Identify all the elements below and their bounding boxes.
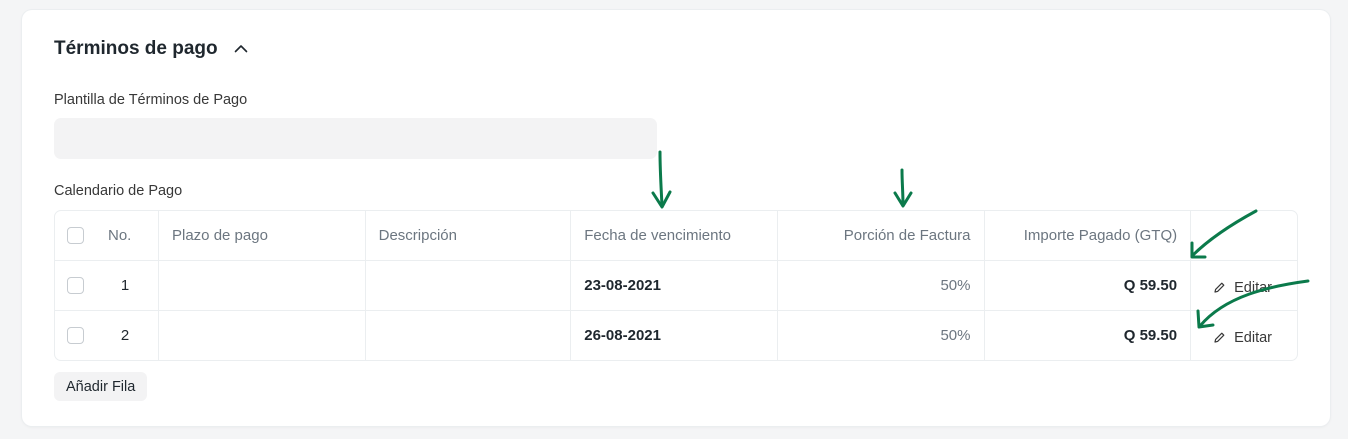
schedule-label: Calendario de Pago: [54, 183, 183, 199]
col-header-fecha: Fecha de vencimiento: [571, 211, 778, 260]
template-input[interactable]: [54, 118, 657, 159]
edit-cell: Editar: [1191, 261, 1297, 310]
cell-fecha[interactable]: 26-08-2021: [571, 311, 778, 360]
cell-descripcion[interactable]: [366, 311, 572, 360]
payment-terms-card: Términos de pago Plantilla de Términos d…: [22, 10, 1330, 426]
cell-plazo[interactable]: [159, 261, 366, 310]
cell-porcion[interactable]: 50%: [778, 311, 985, 360]
header-select-cell: No.: [55, 211, 159, 260]
section-title: Términos de pago: [54, 38, 218, 59]
col-header-importe: Importe Pagado (GTQ): [985, 211, 1192, 260]
col-header-no: No.: [108, 227, 132, 244]
edit-row-button[interactable]: Editar: [1213, 330, 1272, 346]
add-row-button[interactable]: Añadir Fila: [54, 372, 148, 401]
cell-importe[interactable]: Q 59.50: [985, 311, 1192, 360]
cell-plazo[interactable]: [159, 311, 366, 360]
row-number: 1: [120, 277, 130, 294]
chevron-up-icon[interactable]: [232, 40, 250, 58]
edit-cell: Editar: [1191, 311, 1297, 360]
col-header-descripcion: Descripción: [366, 211, 572, 260]
row-checkbox[interactable]: [67, 277, 84, 294]
col-header-porcion: Porción de Factura: [778, 211, 985, 260]
col-header-plazo: Plazo de pago: [159, 211, 366, 260]
row-select-cell: 1: [55, 261, 159, 310]
row-select-cell: 2: [55, 311, 159, 360]
pencil-icon: [1214, 332, 1225, 343]
row-checkbox[interactable]: [67, 327, 84, 344]
grid-header-row: No. Plazo de pago Descripción Fecha de v…: [55, 211, 1297, 261]
row-number: 2: [120, 327, 130, 344]
table-row[interactable]: 2 26-08-2021 50% Q 59.50 Editar: [55, 311, 1297, 360]
edit-row-button[interactable]: Editar: [1213, 280, 1272, 296]
col-header-actions: [1191, 211, 1297, 260]
payment-schedule-grid: No. Plazo de pago Descripción Fecha de v…: [54, 210, 1298, 361]
edit-label: Editar: [1234, 329, 1273, 346]
cell-fecha[interactable]: 23-08-2021: [571, 261, 778, 310]
cell-importe[interactable]: Q 59.50: [985, 261, 1192, 310]
select-all-checkbox[interactable]: [67, 227, 84, 244]
section-header-toggle[interactable]: Términos de pago: [54, 38, 250, 60]
pencil-icon: [1214, 282, 1225, 293]
cell-porcion[interactable]: 50%: [778, 261, 985, 310]
cell-descripcion[interactable]: [366, 261, 572, 310]
template-field-label: Plantilla de Términos de Pago: [54, 92, 248, 108]
table-row[interactable]: 1 23-08-2021 50% Q 59.50 Editar: [55, 261, 1297, 311]
edit-label: Editar: [1234, 279, 1273, 296]
